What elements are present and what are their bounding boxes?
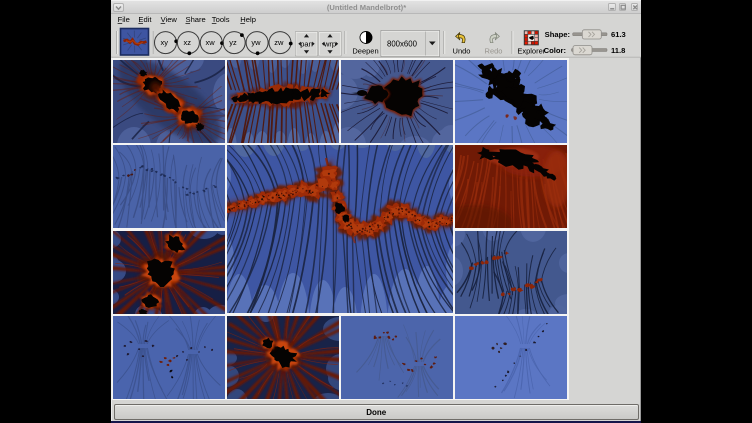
svg-text:Redo: Redo (484, 47, 502, 56)
svg-text:Color:: Color: (543, 46, 565, 55)
svg-text:Deepen: Deepen (352, 47, 378, 56)
svg-text:pan: pan (300, 39, 313, 48)
svg-text:Shape:: Shape: (544, 30, 569, 39)
svg-text:zw: zw (274, 38, 284, 47)
svg-text:xy: xy (160, 38, 168, 47)
svg-text:Explorer: Explorer (517, 47, 545, 56)
svg-text:xw: xw (205, 38, 215, 47)
svg-text:800x600: 800x600 (387, 39, 418, 48)
svg-text:yz: yz (229, 38, 237, 47)
svg-text:Undo: Undo (452, 47, 470, 56)
svg-text:xz: xz (183, 38, 191, 47)
svg-text:11.8: 11.8 (611, 46, 625, 55)
svg-text:yw: yw (251, 38, 261, 47)
svg-text:61.3: 61.3 (611, 30, 626, 39)
svg-text:wrp: wrp (322, 39, 335, 48)
